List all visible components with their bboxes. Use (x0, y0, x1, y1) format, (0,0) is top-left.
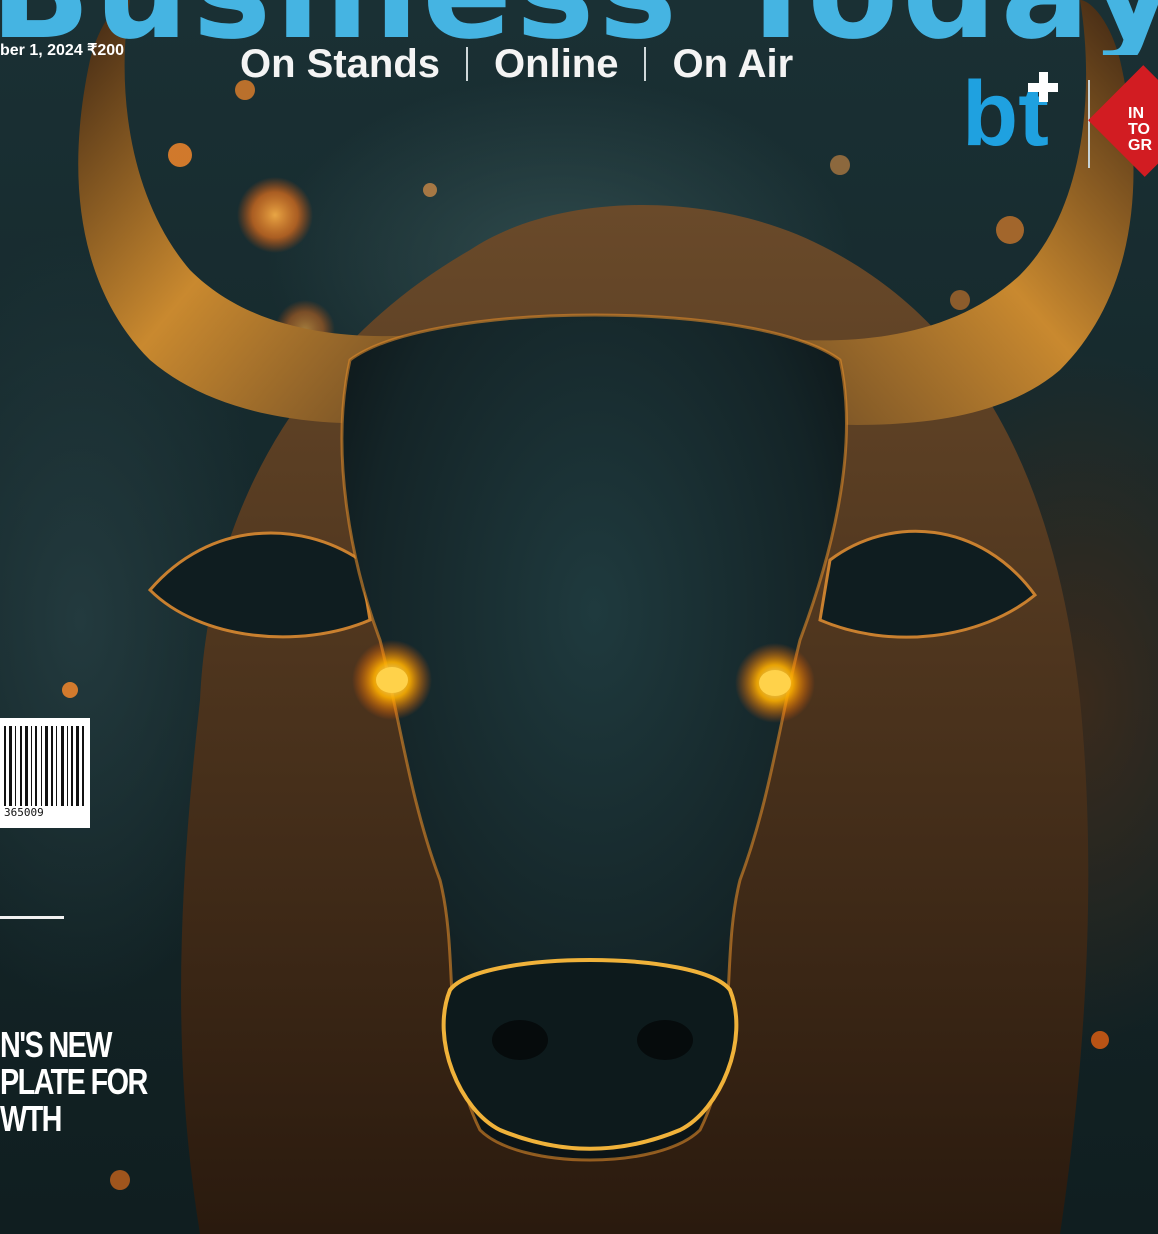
barcode-digits: 365009 (4, 806, 44, 819)
bull-muzzle (441, 958, 739, 1151)
plus-icon (1028, 72, 1058, 102)
tagline: On Stands Online On Air (240, 40, 793, 88)
left-nostril (492, 1020, 548, 1060)
coverline-line: PLATE FOR (0, 1061, 148, 1102)
left-eye (376, 667, 408, 693)
bull-illustration (62, 0, 1134, 1234)
right-eye (759, 670, 791, 696)
cover-rule (0, 916, 64, 919)
magazine-cover: Business Today ber 1, 2024 ₹200 On Stand… (0, 0, 1158, 1234)
right-nostril (637, 1020, 693, 1060)
india-today-group-text: IN TO GR (1128, 106, 1152, 154)
left-ear (147, 531, 372, 639)
partner-line: TO (1128, 121, 1150, 138)
barcode-bars (4, 726, 84, 806)
bt-logo: bt (962, 68, 1072, 160)
coverline: N'S NEW PLATE FOR WTH (0, 1024, 148, 1139)
partner-line: IN (1128, 105, 1144, 122)
coverline-line: WTH (0, 1098, 62, 1139)
tagline-on-stands: On Stands (240, 41, 441, 86)
tagline-online: Online (494, 41, 619, 86)
issue-date-price: ber 1, 2024 ₹200 (0, 42, 125, 59)
tagline-divider (466, 47, 469, 81)
tagline-divider (644, 47, 647, 81)
barcode: 365009 (0, 718, 90, 828)
partner-line: GR (1128, 137, 1152, 154)
coverline-line: N'S NEW (0, 1024, 112, 1065)
tagline-on-air: On Air (672, 41, 794, 86)
logo-divider (1088, 80, 1090, 168)
